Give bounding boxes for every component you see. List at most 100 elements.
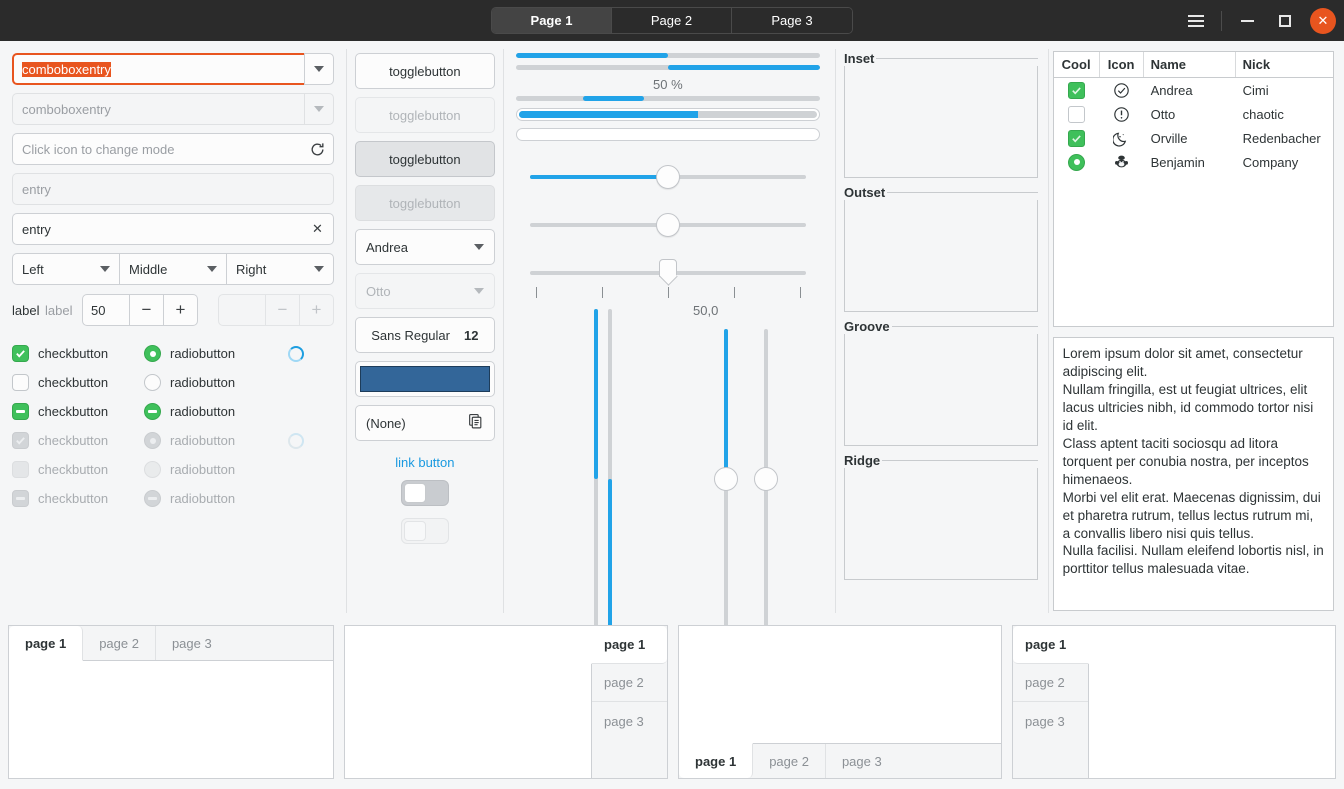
scale-1[interactable] xyxy=(516,159,820,193)
togglebutton-1[interactable]: togglebutton xyxy=(355,53,495,89)
frame-groove-body xyxy=(844,334,1038,446)
row-cool-radio[interactable] xyxy=(1054,154,1100,171)
column-header-nick[interactable]: Nick xyxy=(1236,52,1333,77)
switch-toggle-disabled xyxy=(401,518,449,544)
close-icon[interactable]: ✕ xyxy=(1310,8,1336,34)
scale-mark xyxy=(800,287,801,298)
table-row[interactable]: Otto chaotic xyxy=(1054,102,1333,126)
combobox-right[interactable]: Right xyxy=(226,253,334,285)
comboboxentry-focused-input[interactable]: comboboxentry xyxy=(12,53,304,85)
file-chooser-button[interactable]: (None) xyxy=(355,405,495,441)
check-radio-grid: checkbutton radiobutton checkbutton radi… xyxy=(12,339,334,513)
titlebar-divider xyxy=(1221,11,1222,31)
spinbutton[interactable]: 50 − + xyxy=(82,294,198,326)
window-controls: ✕ xyxy=(1177,6,1336,36)
notebook-bottom-tab-page-1[interactable]: page 1 xyxy=(679,743,753,778)
scale-3-with-marks[interactable] xyxy=(516,255,820,281)
hamburger-menu-icon[interactable] xyxy=(1177,6,1215,36)
notebook-right-tab-page-1[interactable]: page 1 xyxy=(591,626,667,664)
scale-mark xyxy=(602,287,603,298)
color-swatch xyxy=(360,366,490,392)
scale-mark xyxy=(536,287,537,298)
spinbutton-minus[interactable]: − xyxy=(130,294,164,326)
frame-outset-body xyxy=(844,200,1038,312)
notebook-left-tab-page-1[interactable]: page 1 xyxy=(1013,626,1089,664)
loading-spinner-icon xyxy=(288,433,304,449)
refresh-icon[interactable] xyxy=(302,133,334,165)
frame-outset: Outset xyxy=(844,185,1038,312)
row-cool-checkbox[interactable] xyxy=(1054,106,1100,123)
link-button[interactable]: link button xyxy=(355,455,495,470)
vscale-a-trough[interactable] xyxy=(594,309,598,649)
radiobutton-2[interactable]: radiobutton xyxy=(144,374,276,391)
checkbutton-4-label: checkbutton xyxy=(38,433,108,448)
togglebutton-2-disabled: togglebutton xyxy=(355,97,495,133)
checkbutton-1[interactable]: checkbutton xyxy=(12,345,144,362)
clear-icon[interactable]: ✕ xyxy=(302,213,334,245)
row-name: Orville xyxy=(1144,131,1236,146)
spinbutton-value[interactable]: 50 xyxy=(82,294,130,326)
vscale-d-knob[interactable] xyxy=(754,467,778,491)
notebook-left-tab-page-3[interactable]: page 3 xyxy=(1013,702,1088,740)
entry-clear-input[interactable]: entry xyxy=(12,213,302,245)
notebook-bottom-tab-page-3[interactable]: page 3 xyxy=(826,744,898,778)
radio-unselected-icon xyxy=(144,374,161,391)
radiobutton-1[interactable]: radiobutton xyxy=(144,345,276,362)
notebook-tabs-right: page 1 page 2 page 3 xyxy=(344,625,668,779)
checkbox-unchecked-icon xyxy=(12,374,29,391)
table-row[interactable]: Orville Redenbacher xyxy=(1054,126,1333,150)
stack-tab-page-2[interactable]: Page 2 xyxy=(612,8,732,33)
stack-switcher[interactable]: Page 1 Page 2 Page 3 xyxy=(491,7,853,34)
mode-entry-input[interactable]: Click icon to change mode xyxy=(12,133,302,165)
checkbutton-2[interactable]: checkbutton xyxy=(12,374,144,391)
minimize-icon[interactable] xyxy=(1228,6,1266,36)
frame-inset: Inset xyxy=(844,51,1038,178)
table-row[interactable]: Benjamin Company xyxy=(1054,150,1333,174)
textview[interactable]: Lorem ipsum dolor sit amet, consectetur … xyxy=(1053,337,1334,611)
togglebutton-3-active[interactable]: togglebutton xyxy=(355,141,495,177)
notebook-right-tab-page-2[interactable]: page 2 xyxy=(592,664,667,702)
chevron-down-icon xyxy=(474,244,484,250)
vscale-c-knob[interactable] xyxy=(714,467,738,491)
comboboxentry-focused-arrow[interactable] xyxy=(304,53,334,85)
column-header-icon[interactable]: Icon xyxy=(1100,52,1144,77)
moon-icon xyxy=(1100,130,1144,147)
stack-tab-page-1[interactable]: Page 1 xyxy=(492,8,612,33)
combobox-andrea[interactable]: Andrea xyxy=(355,229,495,265)
row-cool-checkbox[interactable] xyxy=(1054,130,1100,147)
combobox-andrea-label: Andrea xyxy=(366,240,408,255)
row-cool-checkbox[interactable] xyxy=(1054,82,1100,99)
font-button[interactable]: Sans Regular 12 xyxy=(355,317,495,353)
notebook-bottom-tab-page-2[interactable]: page 2 xyxy=(753,744,826,778)
scale-2[interactable] xyxy=(516,207,820,241)
comboboxentry-disabled-arrow xyxy=(304,93,334,125)
spinbutton-disabled: − + xyxy=(218,294,334,326)
progressbar-1 xyxy=(516,53,820,58)
radiobutton-3[interactable]: radiobutton xyxy=(144,403,276,420)
notebook-top-tab-page-1[interactable]: page 1 xyxy=(9,626,83,661)
checkbutton-3[interactable]: checkbutton xyxy=(12,403,144,420)
switch-toggle[interactable] xyxy=(401,480,449,506)
radiobutton-2-label: radiobutton xyxy=(170,375,235,390)
notebook-left-tab-page-2[interactable]: page 2 xyxy=(1013,664,1088,702)
combobox-left[interactable]: Left xyxy=(12,253,120,285)
notebook-top-tab-page-2[interactable]: page 2 xyxy=(83,626,156,660)
vscale-b-trough[interactable] xyxy=(608,309,612,649)
combobox-middle[interactable]: Middle xyxy=(119,253,227,285)
comboboxentry-focused-value: comboboxentry xyxy=(22,62,111,77)
treeview[interactable]: Cool Icon Name Nick Andrea Cimi xyxy=(1053,51,1334,327)
combobox-right-label: Right xyxy=(236,262,266,277)
maximize-icon[interactable] xyxy=(1266,6,1304,36)
column-header-name[interactable]: Name xyxy=(1144,52,1236,77)
color-button[interactable] xyxy=(355,361,495,397)
column-header-cool[interactable]: Cool xyxy=(1054,52,1100,77)
notebook-top-tab-page-3[interactable]: page 3 xyxy=(156,626,228,660)
table-row[interactable]: Andrea Cimi xyxy=(1054,78,1333,102)
notebook-right-tab-page-3[interactable]: page 3 xyxy=(592,702,667,740)
frame-groove: Groove xyxy=(844,319,1038,446)
spinbutton-plus[interactable]: + xyxy=(164,294,198,326)
stack-tab-page-3[interactable]: Page 3 xyxy=(732,8,852,33)
switch-on-wrap xyxy=(355,480,495,506)
frame-ridge-body xyxy=(844,468,1038,580)
check-radio-row: checkbutton radiobutton xyxy=(12,397,334,426)
